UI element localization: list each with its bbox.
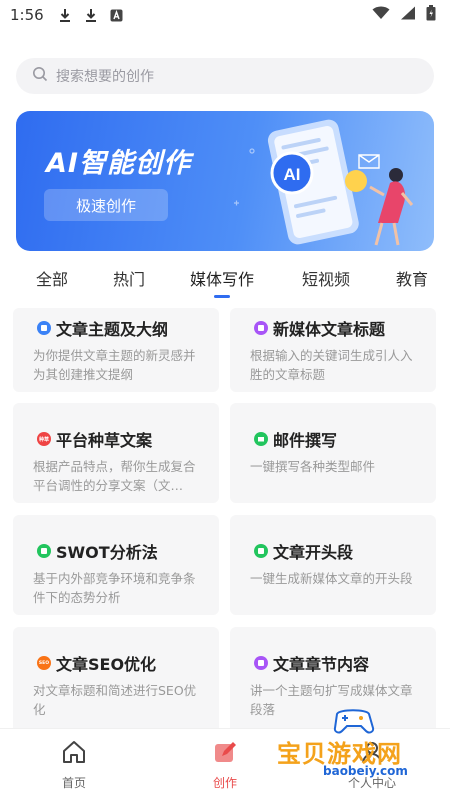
banner-illustration: AI [234, 119, 414, 246]
tag-icon: 种草 [37, 432, 51, 446]
edit-icon [212, 739, 238, 768]
tab-media-writing[interactable]: 媒体写作 [190, 266, 254, 290]
nav-create[interactable]: 创作 [185, 739, 265, 791]
gamepad-icon [333, 709, 375, 734]
card-description: 基于内外部竞争环境和竞争条件下的态势分析 [33, 571, 196, 605]
tab-all[interactable]: 全部 [36, 266, 68, 290]
banner-title: AI智能创作 [46, 148, 191, 179]
status-time: 1:56 [10, 6, 44, 24]
nav-create-label: 创作 [212, 776, 237, 790]
document-icon [254, 656, 268, 670]
download-icon [84, 7, 98, 23]
card-title: 平台种草文案 [56, 431, 153, 450]
download-icon [58, 7, 72, 23]
document-icon [254, 321, 268, 335]
card-description: 一键生成新媒体文章的开头段 [250, 571, 413, 586]
card-description: 为你提供文章主题的新灵感并为其创建推文提纲 [33, 348, 196, 382]
app-notification-icon [110, 7, 124, 23]
template-card[interactable]: 新媒体文章标题 根据输入的关键词生成引人入胜的文章标题 [230, 308, 436, 392]
template-card[interactable]: 种草 平台种草文案 根据产品特点，帮你生成复合平台调性的分享文案（文… [13, 403, 219, 503]
card-title: 文章主题及大纲 [56, 320, 169, 339]
card-title: 文章章节内容 [273, 655, 370, 674]
card-description: 一键撰写各种类型邮件 [250, 459, 376, 474]
document-icon [37, 321, 51, 335]
battery-icon [426, 5, 436, 25]
nav-home[interactable]: 首页 [34, 739, 114, 791]
mail-icon [254, 432, 268, 446]
card-description: 对文章标题和简述进行SEO优化 [33, 683, 197, 717]
template-card[interactable]: SEO 文章SEO优化 对文章标题和简述进行SEO优化 [13, 627, 219, 728]
status-bar: 1:56 [0, 0, 450, 30]
promo-banner[interactable]: AI智能创作 极速创作 AI [16, 111, 434, 251]
card-description: 根据输入的关键词生成引人入胜的文章标题 [250, 348, 413, 382]
document-icon [254, 544, 268, 558]
ai-badge-text: AI [284, 165, 301, 184]
card-description: 根据产品特点，帮你生成复合平台调性的分享文案（文… [33, 459, 196, 493]
watermark-url: baobeiy.com [323, 764, 408, 778]
category-tabs: 全部 热门 媒体写作 短视频 教育 [0, 262, 450, 298]
nav-home-label: 首页 [61, 776, 86, 790]
search-input[interactable]: 搜索想要的创作 [16, 58, 434, 94]
tab-short-video[interactable]: 短视频 [302, 266, 350, 290]
template-grid: 文章主题及大纲 为你提供文章主题的新灵感并为其创建推文提纲 新媒体文章标题 根据… [0, 308, 450, 728]
template-card[interactable]: 邮件撰写 一键撰写各种类型邮件 [230, 403, 436, 503]
card-title: 文章SEO优化 [56, 655, 157, 674]
card-title: 新媒体文章标题 [273, 320, 386, 339]
tab-indicator [214, 295, 230, 298]
search-placeholder: 搜索想要的创作 [56, 69, 154, 85]
wifi-icon [372, 6, 390, 24]
search-icon [32, 66, 48, 86]
card-title: SWOT分析法 [56, 543, 158, 562]
template-card[interactable]: 文章开头段 一键生成新媒体文章的开头段 [230, 515, 436, 615]
analysis-icon [37, 544, 51, 558]
watermark-logo: 宝贝游戏网 baobeiy.com [275, 700, 445, 790]
home-icon [61, 739, 87, 768]
card-title: 文章开头段 [273, 543, 354, 562]
seo-icon: SEO [37, 656, 51, 670]
banner-button[interactable]: 极速创作 [44, 189, 168, 221]
signal-icon [400, 6, 416, 24]
card-title: 邮件撰写 [273, 431, 338, 450]
template-card[interactable]: SWOT分析法 基于内外部竞争环境和竞争条件下的态势分析 [13, 515, 219, 615]
template-card[interactable]: 文章主题及大纲 为你提供文章主题的新灵感并为其创建推文提纲 [13, 308, 219, 392]
tab-education[interactable]: 教育 [396, 266, 428, 290]
tab-hot[interactable]: 热门 [113, 266, 145, 290]
